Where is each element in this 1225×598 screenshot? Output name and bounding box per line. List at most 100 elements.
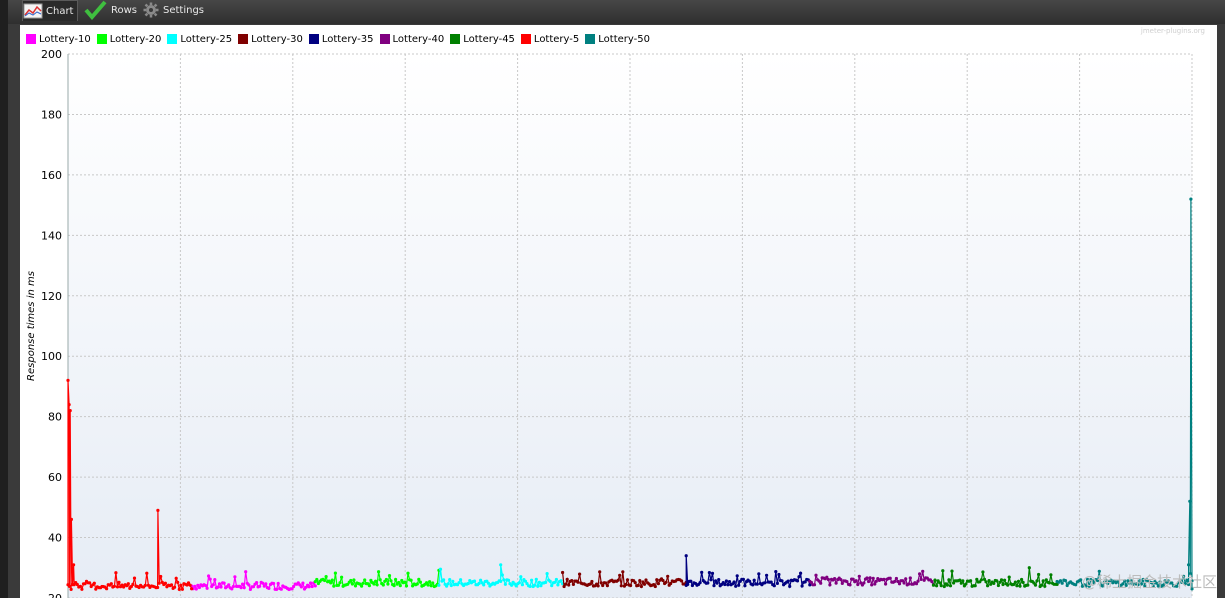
data-point [735,574,739,578]
tab-chart[interactable]: Chart [22,0,79,21]
data-point [709,578,713,582]
legend-swatch [26,34,36,44]
data-point [361,581,365,585]
data-point [1015,584,1019,588]
legend-item: Lottery-25 [167,32,232,46]
legend-label: Lottery-45 [463,33,515,45]
data-point [451,579,455,584]
data-point [267,586,271,591]
data-point [190,587,194,591]
data-point [1040,583,1044,587]
data-point [743,584,747,588]
data-point [409,578,413,582]
data-point [775,581,780,586]
data-point [567,583,571,587]
tab-rows[interactable]: Rows [82,0,137,20]
data-point [330,578,334,582]
data-point [276,581,280,586]
data-point [242,586,246,590]
data-point [1026,583,1030,587]
data-point [616,578,620,582]
data-point [908,576,912,580]
data-point [559,579,563,583]
data-point [1041,579,1045,583]
data-point [261,581,265,585]
data-point [556,583,560,587]
data-point [437,583,441,587]
legend-item: Lottery-5 [520,32,579,46]
data-point [999,578,1004,582]
y-tick-label: 20 [48,592,62,598]
data-point [897,582,902,586]
data-point [715,581,719,585]
data-point [919,577,923,582]
data-point [227,583,231,587]
data-point [763,581,767,585]
data-point [350,582,354,586]
data-point [517,581,521,585]
data-point [933,578,937,582]
data-point [873,582,877,586]
data-point [828,583,832,587]
data-point [1074,583,1078,587]
legend-item: Lottery-35 [308,32,374,46]
data-point [882,577,886,582]
legend-item: Lottery-10 [26,32,91,46]
tab-settings[interactable]: Settings [142,0,204,20]
data-point [638,579,642,583]
data-point [360,584,364,588]
tab-rows-label: Rows [111,4,138,16]
data-point [544,580,548,585]
data-point [1047,581,1051,585]
tab-chart-label: Chart [46,5,74,17]
data-point [374,579,378,583]
data-point [520,583,524,587]
data-point [203,583,208,588]
data-point [867,579,871,584]
data-point [601,583,605,588]
data-point [510,583,514,587]
data-point [472,579,477,583]
data-point [377,570,381,574]
data-point [426,583,430,587]
data-point [386,582,390,586]
data-point [528,584,532,589]
data-point [353,584,358,588]
data-point [639,584,644,589]
data-point [1037,572,1041,577]
data-point [795,579,800,583]
data-point [947,578,951,582]
legend-item: Lottery-50 [585,32,650,46]
data-point [737,583,741,587]
data-point [180,587,184,591]
data-point [310,584,314,589]
data-point [479,578,483,582]
data-point [69,587,73,592]
data-point [132,576,137,580]
data-point [384,577,388,582]
data-point [1033,583,1038,587]
data-point [930,580,934,584]
data-point [163,581,167,585]
data-point [502,578,506,582]
data-point [707,571,712,575]
data-point [629,583,633,588]
data-point [329,581,333,585]
data-point [387,574,392,578]
data-point [301,581,305,585]
data-point [217,582,222,586]
data-point [486,581,490,585]
data-point [398,584,402,588]
legend-item: Lottery-45 [450,32,515,46]
data-point [948,584,953,588]
data-point [67,584,72,589]
legend: Lottery-10 Lottery-20 Lottery-25 Lottery-30… [26,32,656,46]
data-point [788,584,792,589]
data-point [340,575,344,579]
data-point [902,581,906,585]
data-point [157,581,161,585]
data-point [686,582,690,587]
data-point [193,584,197,588]
legend-swatch [96,34,107,44]
data-point [710,571,715,576]
